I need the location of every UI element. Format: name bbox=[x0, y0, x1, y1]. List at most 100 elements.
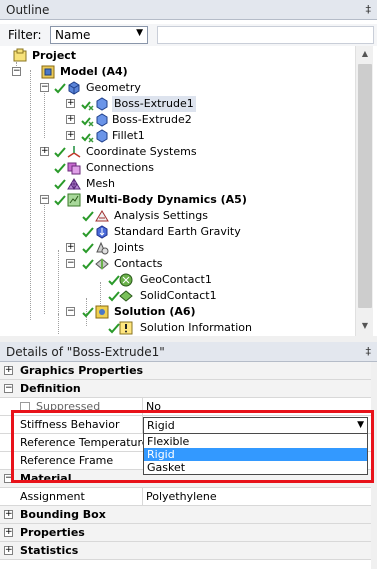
outline-title-text: Outline bbox=[6, 3, 50, 17]
section-bounding-box[interactable]: + Bounding Box bbox=[0, 506, 371, 524]
tree-item-mesh[interactable]: Mesh bbox=[0, 176, 355, 192]
project-icon bbox=[13, 48, 27, 62]
outline-vertical-scrollbar[interactable]: ▲ ▼ bbox=[355, 46, 373, 336]
tree-item-label: Multi-Body Dynamics (A5) bbox=[86, 193, 247, 206]
dropdown-option-flexible[interactable]: Flexible bbox=[144, 435, 367, 448]
property-value[interactable]: No bbox=[146, 398, 161, 416]
section-label: Properties bbox=[20, 526, 85, 539]
expand-icon[interactable]: + bbox=[4, 366, 13, 375]
section-label: Graphics Properties bbox=[20, 364, 144, 377]
property-value[interactable]: Polyethylene bbox=[146, 488, 217, 506]
stiffness-behavior-dropdown[interactable]: Flexible Rigid Gasket bbox=[143, 433, 368, 475]
tree-item-label: Coordinate Systems bbox=[86, 145, 197, 158]
filter-search-input[interactable] bbox=[157, 26, 374, 44]
row-stiffness-behavior: Stiffness Behavior Rigid ▼ bbox=[0, 416, 371, 434]
scroll-down-icon[interactable]: ▼ bbox=[356, 318, 374, 334]
dropdown-option-gasket[interactable]: Gasket bbox=[144, 461, 367, 474]
tree-item-connections[interactable]: Connections bbox=[0, 160, 355, 176]
tree-item-fillet1[interactable]: + Fillet1 bbox=[0, 128, 355, 144]
contact-icon bbox=[119, 273, 133, 287]
tree-item-label: Analysis Settings bbox=[114, 209, 208, 222]
property-name: Assignment bbox=[20, 490, 85, 503]
expand-icon[interactable]: + bbox=[4, 546, 13, 555]
expand-icon[interactable]: + bbox=[66, 99, 75, 108]
tree-item-project[interactable]: Project bbox=[0, 48, 355, 64]
expand-icon[interactable]: + bbox=[66, 243, 75, 252]
tree-item-joints[interactable]: + Joints bbox=[0, 240, 355, 256]
tree-item-label: Standard Earth Gravity bbox=[114, 225, 241, 238]
section-label: Statistics bbox=[20, 544, 79, 557]
collapse-icon[interactable]: − bbox=[66, 307, 75, 316]
collapse-icon[interactable]: − bbox=[4, 384, 13, 393]
tree-item-contacts[interactable]: − Contacts bbox=[0, 256, 355, 272]
tree-item-boss-extrude2[interactable]: + Boss-Extrude2 bbox=[0, 112, 355, 128]
tree-item-solution-information[interactable]: Solution Information bbox=[0, 320, 355, 336]
pin-icon[interactable]: ‡ bbox=[366, 345, 372, 358]
tree-item-label: Solution (A6) bbox=[114, 305, 196, 318]
expand-icon[interactable]: + bbox=[4, 528, 13, 537]
contacts-icon bbox=[95, 258, 109, 270]
chevron-down-icon[interactable]: ▼ bbox=[357, 418, 364, 433]
section-properties[interactable]: + Properties bbox=[0, 524, 371, 542]
analysis-settings-icon bbox=[95, 210, 109, 222]
expand-icon[interactable]: + bbox=[66, 131, 75, 140]
tree-item-label: SolidContact1 bbox=[140, 289, 217, 302]
collapse-icon[interactable]: − bbox=[12, 67, 21, 76]
section-graphics-properties[interactable]: + Graphics Properties bbox=[0, 362, 371, 380]
body-icon bbox=[96, 129, 108, 143]
tree-item-coordinate-systems[interactable]: + Coordinate Systems bbox=[0, 144, 355, 160]
filter-type-select[interactable]: Name ▼ bbox=[50, 26, 148, 44]
tree-item-label: Boss-Extrude1 bbox=[112, 96, 196, 112]
tree-item-geocontact1[interactable]: GeoContact1 bbox=[0, 272, 355, 288]
filter-type-value: Name bbox=[55, 28, 91, 42]
details-scroll-edge bbox=[371, 362, 377, 569]
expand-icon[interactable]: + bbox=[40, 147, 49, 156]
solution-icon bbox=[95, 305, 109, 319]
tree-item-multi-body-dynamics[interactable]: − Multi-Body Dynamics (A5) bbox=[0, 192, 355, 208]
body-icon bbox=[96, 97, 108, 111]
section-statistics[interactable]: + Statistics bbox=[0, 542, 371, 560]
connections-icon bbox=[67, 162, 81, 175]
scroll-thumb[interactable] bbox=[358, 64, 372, 308]
property-name: Reference Frame bbox=[20, 454, 114, 467]
outline-tree: Project − Model (A4) − Geometry + Boss-E bbox=[0, 46, 355, 336]
tree-item-label: Model (A4) bbox=[60, 65, 128, 78]
mesh-icon bbox=[67, 178, 81, 190]
section-label: Bounding Box bbox=[20, 508, 106, 521]
analysis-icon bbox=[67, 193, 81, 207]
solution-information-icon bbox=[119, 321, 133, 335]
tree-item-model[interactable]: − Model (A4) bbox=[0, 64, 355, 80]
property-name: Reference Temperature bbox=[20, 436, 149, 449]
tree-item-geometry[interactable]: − Geometry bbox=[0, 80, 355, 96]
section-label: Definition bbox=[20, 382, 81, 395]
tree-item-label: Joints bbox=[114, 241, 145, 254]
dropdown-option-rigid[interactable]: Rigid bbox=[144, 448, 367, 461]
row-suppressed: Suppressed No bbox=[0, 398, 371, 416]
property-name: Suppressed bbox=[36, 400, 101, 413]
stiffness-behavior-select[interactable]: Rigid ▼ bbox=[143, 417, 368, 434]
body-icon bbox=[96, 113, 108, 127]
scroll-up-icon[interactable]: ▲ bbox=[356, 46, 374, 62]
collapse-icon[interactable]: − bbox=[40, 83, 49, 92]
pin-icon[interactable]: ‡ bbox=[366, 3, 372, 16]
collapse-icon[interactable]: − bbox=[40, 195, 49, 204]
tree-item-standard-earth-gravity[interactable]: Standard Earth Gravity bbox=[0, 224, 355, 240]
tree-item-analysis-settings[interactable]: Analysis Settings bbox=[0, 208, 355, 224]
section-label: Material bbox=[20, 472, 72, 485]
tree-item-label: Fillet1 bbox=[112, 129, 145, 142]
collapse-icon[interactable]: − bbox=[66, 259, 75, 268]
gravity-icon bbox=[96, 225, 108, 239]
section-definition[interactable]: − Definition bbox=[0, 380, 371, 398]
tree-item-solution[interactable]: − Solution (A6) bbox=[0, 304, 355, 320]
suppressed-checkbox[interactable] bbox=[20, 402, 30, 412]
chevron-down-icon: ▼ bbox=[136, 28, 143, 38]
collapse-icon[interactable]: − bbox=[4, 474, 13, 483]
expand-icon[interactable]: + bbox=[66, 115, 75, 124]
tree-item-label: Contacts bbox=[114, 257, 163, 270]
tree-item-solidcontact1[interactable]: SolidContact1 bbox=[0, 288, 355, 304]
geometry-icon bbox=[68, 81, 80, 95]
expand-icon[interactable]: + bbox=[4, 510, 13, 519]
tree-item-boss-extrude1[interactable]: + Boss-Extrude1 bbox=[0, 96, 355, 112]
stiffness-behavior-value: Rigid bbox=[147, 419, 175, 432]
tree-item-label: Connections bbox=[86, 161, 154, 174]
